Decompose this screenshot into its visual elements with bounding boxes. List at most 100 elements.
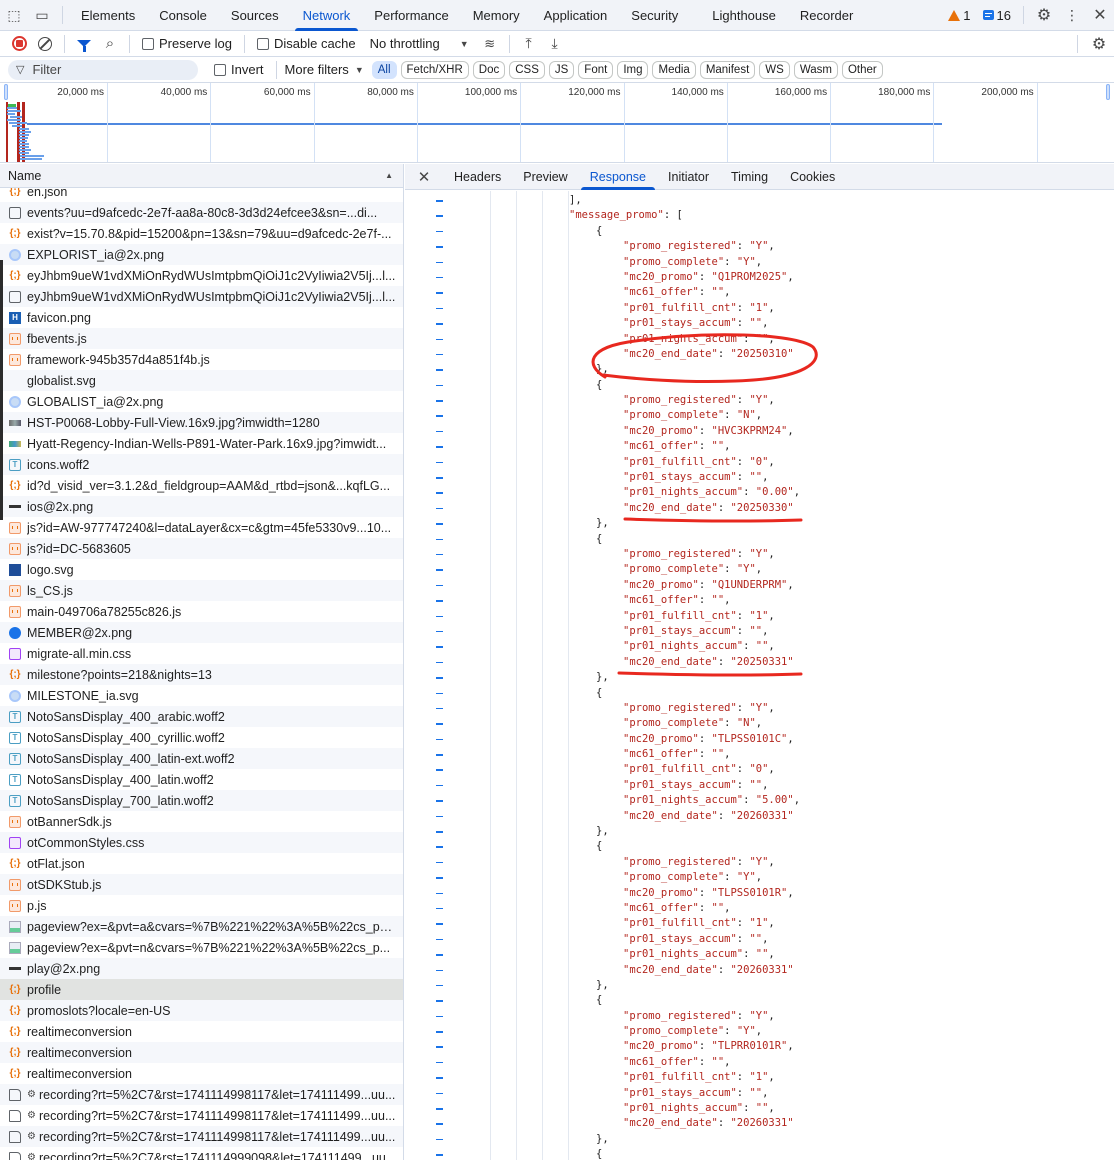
request-row[interactable]: ios@2x.png	[0, 496, 403, 517]
tab-recorder[interactable]: Recorder	[788, 0, 865, 31]
collapse-marker[interactable]	[436, 461, 443, 464]
collapse-marker[interactable]	[436, 923, 443, 925]
collapse-marker[interactable]	[436, 584, 443, 587]
request-row[interactable]: js?id=AW-977747240&l=dataLayer&cx=c&gtm=…	[0, 517, 403, 538]
collapse-marker[interactable]	[436, 661, 443, 664]
collapse-marker[interactable]	[436, 215, 443, 217]
tab-network[interactable]: Network	[291, 0, 363, 31]
device-toolbar-icon[interactable]: ▭	[28, 0, 56, 31]
request-row[interactable]: T NotoSansDisplay_400_cyrillic.woff2	[0, 727, 403, 748]
request-row[interactable]: MILESTONE_ia.svg	[0, 685, 403, 706]
tab-preview[interactable]: Preview	[512, 164, 578, 190]
checkbox-box[interactable]	[142, 37, 154, 50]
collapse-marker[interactable]	[436, 861, 443, 864]
request-row[interactable]: pageview?ex=&pvt=a&cvars=%7B%221%22%3A%5…	[0, 916, 403, 937]
warnings-badge[interactable]: 1	[942, 8, 976, 23]
request-row[interactable]: Hfavicon.png	[0, 307, 403, 328]
request-row[interactable]: play@2x.png	[0, 958, 403, 979]
request-row[interactable]: pageview?ex=&pvt=n&cvars=%7B%221%22%3A%5…	[0, 937, 403, 958]
collapse-marker[interactable]	[436, 1046, 443, 1048]
request-row[interactable]: {;} realtimeconversion	[0, 1063, 403, 1084]
sort-ascending-icon[interactable]: ▲	[385, 171, 393, 180]
tab-application[interactable]: Application	[532, 0, 620, 31]
collapse-marker[interactable]	[436, 846, 443, 848]
collapse-marker[interactable]	[436, 246, 443, 248]
throttling-select[interactable]: No throttling ▼	[362, 36, 477, 51]
request-row[interactable]: {;} id?d_visid_ver=3.1.2&d_fieldgroup=AAM…	[0, 475, 403, 496]
request-row[interactable]: Ticons.woff2	[0, 454, 403, 475]
collapse-marker[interactable]	[436, 1031, 443, 1033]
request-row[interactable]: otSDKStub.js	[0, 874, 403, 895]
tab-performance[interactable]: Performance	[362, 0, 460, 31]
filter-chip-css[interactable]: CSS	[509, 60, 545, 79]
request-row[interactable]: ⚙ recording?rt=5%2C7&rst=1741114998117&le…	[0, 1126, 403, 1147]
request-row[interactable]: T NotoSansDisplay_400_latin.woff2	[0, 769, 403, 790]
more-filters-dropdown[interactable]: More filters ▼	[283, 62, 372, 77]
request-row[interactable]: otCommonStyles.css	[0, 832, 403, 853]
request-row[interactable]: {;} milestone?points=218&nights=13	[0, 664, 403, 685]
collapse-marker[interactable]	[436, 1015, 443, 1018]
tab-response[interactable]: Response	[579, 164, 657, 190]
collapse-marker[interactable]	[436, 200, 443, 202]
checkbox-box[interactable]	[214, 63, 226, 76]
collapse-marker[interactable]	[436, 477, 443, 479]
request-row[interactable]: ls_CS.js	[0, 580, 403, 601]
request-row[interactable]: Hyatt-Regency-Indian-Wells-P891-Water-Pa…	[0, 433, 403, 454]
tab-sources[interactable]: Sources	[219, 0, 291, 31]
filter-chip-media[interactable]: Media	[652, 60, 696, 79]
request-row[interactable]: framework-945b357d4a851f4b.js	[0, 349, 403, 370]
collapse-marker[interactable]	[436, 523, 443, 525]
tab-security[interactable]: Security	[619, 0, 690, 31]
collapse-marker[interactable]	[436, 954, 443, 956]
collapse-marker[interactable]	[436, 707, 443, 710]
request-row[interactable]: {;} otFlat.json	[0, 853, 403, 874]
filter-chip-font[interactable]: Font	[578, 60, 614, 79]
export-har-button[interactable]: ⤓	[542, 31, 568, 57]
search-button[interactable]: ⌕	[97, 31, 123, 57]
filter-chip-wasm[interactable]: Wasm	[793, 60, 838, 79]
tab-timing[interactable]: Timing	[720, 164, 779, 190]
request-row[interactable]: T NotoSansDisplay_700_latin.woff2	[0, 790, 403, 811]
collapse-marker[interactable]	[436, 1000, 443, 1002]
request-row[interactable]: GLOBALIST_ia@2x.png	[0, 391, 403, 412]
collapse-marker[interactable]	[436, 692, 443, 694]
preserve-log-checkbox[interactable]: Preserve log	[136, 36, 238, 51]
collapse-marker[interactable]	[436, 600, 443, 602]
checkbox-box[interactable]	[256, 37, 269, 50]
collapse-marker[interactable]	[436, 984, 443, 987]
request-row[interactable]: ⚙ recording?rt=5%2C7&rst=1741114998117&le…	[0, 1105, 403, 1126]
request-row[interactable]: ⚙ recording?rt=5%2C7&rst=1741114998117&le…	[0, 1084, 403, 1105]
collapse-marker[interactable]	[436, 446, 443, 448]
request-row[interactable]: otBannerSdk.js	[0, 811, 403, 832]
collapse-marker[interactable]	[436, 507, 443, 510]
collapse-marker[interactable]	[436, 769, 443, 771]
inspect-element-icon[interactable]: ⬚	[0, 0, 28, 31]
collapse-marker[interactable]	[436, 553, 443, 556]
tab-initiator[interactable]: Initiator	[657, 164, 720, 190]
collapse-marker[interactable]	[436, 723, 443, 725]
collapse-marker[interactable]	[436, 430, 443, 433]
collapse-marker[interactable]	[436, 630, 443, 633]
messages-badge[interactable]: 16	[977, 8, 1017, 23]
network-overview-timeline[interactable]: 20,000 ms 40,000 ms 60,000 ms 80,000 ms 100,…	[0, 83, 1114, 163]
request-row[interactable]: ⚙ recording?rt=5%2C7&rst=1741114999098&le…	[0, 1147, 403, 1160]
request-row[interactable]: logo.svg	[0, 559, 403, 580]
collapse-marker[interactable]	[436, 938, 443, 941]
request-list-header[interactable]: Name ▲	[0, 164, 403, 188]
collapse-marker[interactable]	[436, 1123, 443, 1125]
disable-cache-checkbox[interactable]: Disable cache	[251, 36, 362, 51]
collapse-marker[interactable]	[436, 907, 443, 910]
collapse-marker[interactable]	[436, 1077, 443, 1079]
collapse-marker[interactable]	[436, 831, 443, 833]
request-row[interactable]: {;} realtimeconversion	[0, 1042, 403, 1063]
request-row[interactable]: {;} exist?v=15.70.8&pid=15200&pn=13&sn=79…	[0, 223, 403, 244]
tab-console[interactable]: Console	[147, 0, 219, 31]
collapse-marker[interactable]	[436, 784, 443, 787]
network-conditions-button[interactable]: ≋	[477, 31, 503, 57]
request-row[interactable]: main-049706a78255c826.js	[0, 601, 403, 622]
collapse-marker[interactable]	[436, 646, 443, 648]
filter-chip-fetch-xhr[interactable]: Fetch/XHR	[400, 60, 469, 79]
filter-input[interactable]: ▽ Filter	[8, 59, 198, 80]
invert-checkbox[interactable]: Invert	[208, 62, 270, 77]
request-row[interactable]: fbevents.js	[0, 328, 403, 349]
